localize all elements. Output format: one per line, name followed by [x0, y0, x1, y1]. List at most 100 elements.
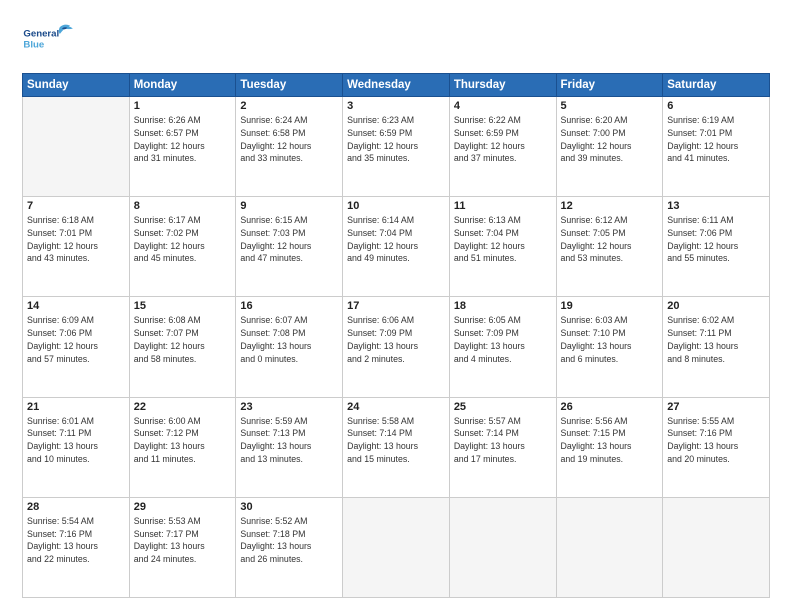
day-number: 2	[240, 100, 338, 112]
day-info: Sunrise: 6:23 AMSunset: 6:59 PMDaylight:…	[347, 114, 445, 165]
day-number: 18	[454, 300, 552, 312]
calendar-cell	[663, 497, 770, 597]
day-info: Sunrise: 6:20 AMSunset: 7:00 PMDaylight:…	[561, 114, 659, 165]
calendar-cell: 13 Sunrise: 6:11 AMSunset: 7:06 PMDayligh…	[663, 197, 770, 297]
day-number: 10	[347, 200, 445, 212]
weekday-header-row: SundayMondayTuesdayWednesdayThursdayFrid…	[23, 74, 770, 97]
calendar-cell: 24 Sunrise: 5:58 AMSunset: 7:14 PMDayligh…	[343, 397, 450, 497]
day-number: 27	[667, 401, 765, 413]
day-info: Sunrise: 5:58 AMSunset: 7:14 PMDaylight:…	[347, 415, 445, 466]
calendar-cell: 19Sunrise: 6:03 AMSunset: 7:10 PMDayligh…	[556, 297, 663, 397]
day-info: Sunrise: 6:09 AMSunset: 7:06 PMDaylight:…	[27, 314, 125, 365]
calendar-cell: 18 Sunrise: 6:05 AMSunset: 7:09 PMDayligh…	[449, 297, 556, 397]
day-info: Sunrise: 6:26 AMSunset: 6:57 PMDaylight:…	[134, 114, 232, 165]
day-info: Sunrise: 6:14 AMSunset: 7:04 PMDaylight:…	[347, 214, 445, 265]
calendar-cell: 30Sunrise: 5:52 AMSunset: 7:18 PMDayligh…	[236, 497, 343, 597]
day-number: 28	[27, 501, 125, 513]
calendar-cell: 17 Sunrise: 6:06 AMSunset: 7:09 PMDayligh…	[343, 297, 450, 397]
day-info: Sunrise: 6:13 AMSunset: 7:04 PMDaylight:…	[454, 214, 552, 265]
calendar-header: SundayMondayTuesdayWednesdayThursdayFrid…	[23, 74, 770, 97]
calendar-cell: 1Sunrise: 6:26 AMSunset: 6:57 PMDaylight…	[129, 97, 236, 197]
logo: General Blue	[22, 18, 77, 63]
calendar-cell: 3 Sunrise: 6:23 AMSunset: 6:59 PMDaylight…	[343, 97, 450, 197]
day-number: 23	[240, 401, 338, 413]
day-info: Sunrise: 6:12 AMSunset: 7:05 PMDaylight:…	[561, 214, 659, 265]
calendar-cell: 22Sunrise: 6:00 AMSunset: 7:12 PMDayligh…	[129, 397, 236, 497]
calendar-cell	[449, 497, 556, 597]
calendar-cell: 2 Sunrise: 6:24 AMSunset: 6:58 PMDaylight…	[236, 97, 343, 197]
day-number: 6	[667, 100, 765, 112]
calendar-cell: 27 Sunrise: 5:55 AMSunset: 7:16 PMDayligh…	[663, 397, 770, 497]
day-number: 26	[561, 401, 659, 413]
day-info: Sunrise: 5:53 AMSunset: 7:17 PMDaylight:…	[134, 515, 232, 566]
day-info: Sunrise: 5:57 AMSunset: 7:14 PMDaylight:…	[454, 415, 552, 466]
calendar-cell: 4Sunrise: 6:22 AMSunset: 6:59 PMDaylight…	[449, 97, 556, 197]
header: General Blue	[22, 18, 770, 63]
weekday-header-monday: Monday	[129, 74, 236, 97]
weekday-header-wednesday: Wednesday	[343, 74, 450, 97]
day-info: Sunrise: 6:03 AMSunset: 7:10 PMDaylight:…	[561, 314, 659, 365]
day-number: 17	[347, 300, 445, 312]
day-number: 30	[240, 501, 338, 513]
day-info: Sunrise: 5:54 AMSunset: 7:16 PMDaylight:…	[27, 515, 125, 566]
weekday-header-sunday: Sunday	[23, 74, 130, 97]
day-info: Sunrise: 6:00 AMSunset: 7:12 PMDaylight:…	[134, 415, 232, 466]
weekday-header-thursday: Thursday	[449, 74, 556, 97]
day-info: Sunrise: 6:05 AMSunset: 7:09 PMDaylight:…	[454, 314, 552, 365]
day-number: 16	[240, 300, 338, 312]
calendar-week-1: 7 Sunrise: 6:18 AMSunset: 7:01 PMDaylight…	[23, 197, 770, 297]
day-number: 21	[27, 401, 125, 413]
day-number: 13	[667, 200, 765, 212]
day-number: 14	[27, 300, 125, 312]
calendar-week-4: 28 Sunrise: 5:54 AMSunset: 7:16 PMDayligh…	[23, 497, 770, 597]
calendar-cell: 6 Sunrise: 6:19 AMSunset: 7:01 PMDaylight…	[663, 97, 770, 197]
svg-text:Blue: Blue	[23, 40, 44, 51]
day-info: Sunrise: 5:55 AMSunset: 7:16 PMDaylight:…	[667, 415, 765, 466]
day-info: Sunrise: 6:11 AMSunset: 7:06 PMDaylight:…	[667, 214, 765, 265]
day-number: 3	[347, 100, 445, 112]
calendar-cell: 20 Sunrise: 6:02 AMSunset: 7:11 PMDayligh…	[663, 297, 770, 397]
calendar-cell: 14 Sunrise: 6:09 AMSunset: 7:06 PMDayligh…	[23, 297, 130, 397]
calendar-cell: 16 Sunrise: 6:07 AMSunset: 7:08 PMDayligh…	[236, 297, 343, 397]
day-number: 29	[134, 501, 232, 513]
calendar-cell	[23, 97, 130, 197]
day-info: Sunrise: 6:01 AMSunset: 7:11 PMDaylight:…	[27, 415, 125, 466]
day-info: Sunrise: 6:22 AMSunset: 6:59 PMDaylight:…	[454, 114, 552, 165]
day-info: Sunrise: 6:17 AMSunset: 7:02 PMDaylight:…	[134, 214, 232, 265]
day-number: 25	[454, 401, 552, 413]
svg-text:General: General	[23, 29, 59, 40]
calendar-cell: 26 Sunrise: 5:56 AMSunset: 7:15 PMDayligh…	[556, 397, 663, 497]
day-number: 20	[667, 300, 765, 312]
calendar-cell	[343, 497, 450, 597]
page: General Blue SundayMondayTuesdayWednesda…	[0, 0, 792, 612]
calendar: SundayMondayTuesdayWednesdayThursdayFrid…	[22, 73, 770, 598]
day-info: Sunrise: 6:02 AMSunset: 7:11 PMDaylight:…	[667, 314, 765, 365]
calendar-cell: 21 Sunrise: 6:01 AMSunset: 7:11 PMDayligh…	[23, 397, 130, 497]
day-info: Sunrise: 6:24 AMSunset: 6:58 PMDaylight:…	[240, 114, 338, 165]
day-number: 8	[134, 200, 232, 212]
calendar-cell: 28 Sunrise: 5:54 AMSunset: 7:16 PMDayligh…	[23, 497, 130, 597]
day-info: Sunrise: 6:18 AMSunset: 7:01 PMDaylight:…	[27, 214, 125, 265]
calendar-cell	[556, 497, 663, 597]
day-info: Sunrise: 6:15 AMSunset: 7:03 PMDaylight:…	[240, 214, 338, 265]
calendar-week-2: 14 Sunrise: 6:09 AMSunset: 7:06 PMDayligh…	[23, 297, 770, 397]
day-number: 9	[240, 200, 338, 212]
calendar-cell: 8 Sunrise: 6:17 AMSunset: 7:02 PMDaylight…	[129, 197, 236, 297]
day-info: Sunrise: 6:08 AMSunset: 7:07 PMDaylight:…	[134, 314, 232, 365]
day-number: 15	[134, 300, 232, 312]
calendar-week-0: 1Sunrise: 6:26 AMSunset: 6:57 PMDaylight…	[23, 97, 770, 197]
day-number: 24	[347, 401, 445, 413]
day-info: Sunrise: 6:06 AMSunset: 7:09 PMDaylight:…	[347, 314, 445, 365]
weekday-header-friday: Friday	[556, 74, 663, 97]
calendar-cell: 15 Sunrise: 6:08 AMSunset: 7:07 PMDayligh…	[129, 297, 236, 397]
day-info: Sunrise: 5:56 AMSunset: 7:15 PMDaylight:…	[561, 415, 659, 466]
day-number: 11	[454, 200, 552, 212]
calendar-cell: 23Sunrise: 5:59 AMSunset: 7:13 PMDayligh…	[236, 397, 343, 497]
calendar-cell: 9 Sunrise: 6:15 AMSunset: 7:03 PMDaylight…	[236, 197, 343, 297]
weekday-header-saturday: Saturday	[663, 74, 770, 97]
calendar-cell: 5Sunrise: 6:20 AMSunset: 7:00 PMDaylight…	[556, 97, 663, 197]
day-info: Sunrise: 6:19 AMSunset: 7:01 PMDaylight:…	[667, 114, 765, 165]
day-number: 7	[27, 200, 125, 212]
calendar-cell: 25 Sunrise: 5:57 AMSunset: 7:14 PMDayligh…	[449, 397, 556, 497]
day-info: Sunrise: 6:07 AMSunset: 7:08 PMDaylight:…	[240, 314, 338, 365]
